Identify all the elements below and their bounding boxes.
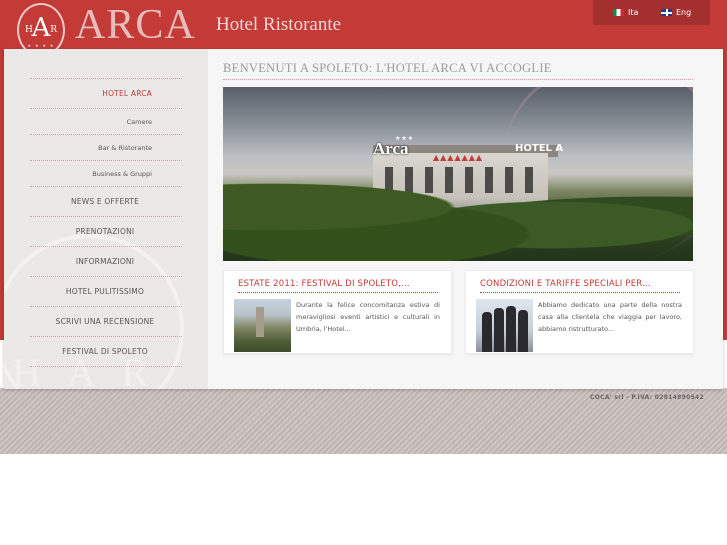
news-card-tariffe[interactable]: CONDIZIONI E TARIFFE SPECIALI PER... Abb… [465, 270, 694, 354]
language-eng-link[interactable]: Eng [661, 8, 691, 18]
nav-item-camere[interactable]: Camere [30, 109, 182, 135]
main-card: HAR HOTEL ARCA Camere Bar & Ristorante B… [4, 49, 723, 389]
nav-item-business-gruppi[interactable]: Business & Gruppi [30, 161, 182, 187]
brand-name[interactable]: ARCA [75, 2, 196, 48]
logo-letter-r: R [50, 25, 57, 35]
language-eng-label: Eng [676, 8, 692, 17]
nav-item-news-offerte[interactable]: NEWS E OFFERTE [30, 187, 182, 217]
trees-foreground [223, 171, 693, 261]
news-card-text: Durante la felice concomitanza estiva di… [296, 301, 440, 333]
flag-italy-icon [613, 9, 624, 16]
brand-tagline: Hotel Ristorante [216, 14, 342, 35]
person-figure [518, 310, 528, 352]
content-area: BENVENUTI A SPOLETO: L'HOTEL ARCA VI ACC… [223, 61, 694, 354]
nav-item-hotel-arca[interactable]: HOTEL ARCA [30, 79, 182, 109]
hero-photo: ★★★ Arca ▲▲▲▲▲▲▲ HOTEL A [223, 87, 693, 261]
nav-item-scrivi-recensione[interactable]: SCRIVI UNA RECENSIONE [30, 307, 182, 337]
language-ita-link[interactable]: Ita [613, 8, 638, 18]
person-figure [494, 308, 504, 352]
hotel-sign-right: HOTEL A [515, 143, 564, 154]
language-ita-label: Ita [628, 8, 639, 17]
nav-item-informazioni[interactable]: INFORMAZIONI [30, 247, 182, 277]
news-card-festival[interactable]: ESTATE 2011: FESTIVAL DI SPOLETO,... Dur… [223, 270, 452, 354]
sidebar: HAR HOTEL ARCA Camere Bar & Ristorante B… [4, 49, 208, 389]
news-card-thumbnail[interactable] [234, 299, 291, 352]
news-card-text: Abbiamo dedicato una parte della nostra … [538, 301, 682, 333]
page-title: BENVENUTI A SPOLETO: L'HOTEL ARCA VI ACC… [223, 61, 693, 80]
language-bar: Ita Eng [593, 0, 710, 25]
person-figure [506, 306, 516, 352]
sidebar-nav: HOTEL ARCA Camere Bar & Ristorante Busin… [30, 78, 182, 367]
hotel-sign: Arca [373, 139, 409, 158]
person-figure [482, 312, 492, 352]
flag-uk-icon [661, 9, 672, 16]
news-card-title[interactable]: CONDIZIONI E TARIFFE SPECIALI PER... [480, 279, 680, 293]
footer-credit: COCA' srl - P.IVA: 02814890542 [590, 394, 704, 401]
nav-item-hotel-pulitissimo[interactable]: HOTEL PULITISSIMO [30, 277, 182, 307]
nav-item-prenotazioni[interactable]: PRENOTAZIONI [30, 217, 182, 247]
news-card-title[interactable]: ESTATE 2011: FESTIVAL DI SPOLETO,... [238, 279, 438, 293]
nav-item-bar-ristorante[interactable]: Bar & Ristorante [30, 135, 182, 161]
news-card-thumbnail[interactable] [476, 299, 533, 352]
hotel-flags: ▲▲▲▲▲▲▲ [433, 153, 484, 162]
nav-item-festival-spoleto[interactable]: FESTIVAL DI SPOLETO [30, 337, 182, 367]
